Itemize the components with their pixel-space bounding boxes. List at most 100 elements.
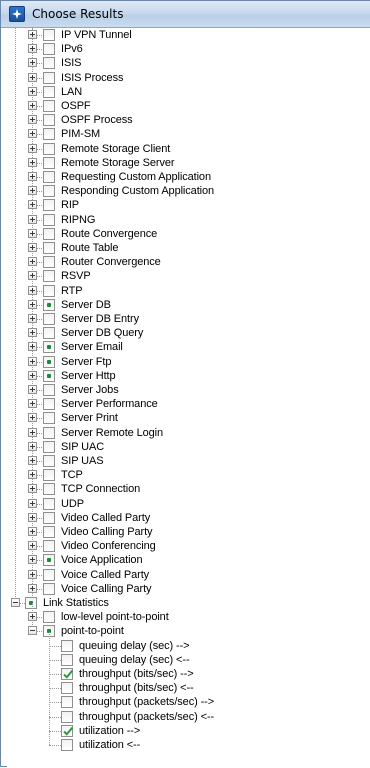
result-checkbox[interactable]: [43, 157, 55, 169]
expand-icon[interactable]: [28, 513, 37, 522]
result-checkbox[interactable]: [43, 313, 55, 325]
result-checkbox[interactable]: [43, 256, 55, 268]
expand-icon[interactable]: [28, 385, 37, 394]
tree-item[interactable]: Responding Custom Application: [7, 184, 367, 198]
tree-item[interactable]: Server DB Entry: [7, 312, 367, 326]
statistic-item[interactable]: queuing delay (sec) -->: [7, 639, 367, 653]
tree-item[interactable]: Voice Application: [7, 553, 367, 567]
result-checkbox[interactable]: [43, 299, 55, 311]
expand-icon[interactable]: [28, 30, 37, 39]
tree-item[interactable]: ISIS: [7, 56, 367, 70]
result-checkbox[interactable]: [43, 228, 55, 240]
expand-icon[interactable]: [28, 612, 37, 621]
expand-icon[interactable]: [28, 186, 37, 195]
result-checkbox[interactable]: [43, 583, 55, 595]
tree-item[interactable]: Route Convergence: [7, 227, 367, 241]
result-checkbox[interactable]: [43, 540, 55, 552]
expand-icon[interactable]: [28, 172, 37, 181]
statistic-item[interactable]: throughput (bits/sec) <--: [7, 681, 367, 695]
tree-item[interactable]: UDP: [7, 497, 367, 511]
tree-item[interactable]: Router Convergence: [7, 255, 367, 269]
tree-item[interactable]: IP VPN Tunnel: [7, 28, 367, 42]
tree-item[interactable]: Server Performance: [7, 397, 367, 411]
result-checkbox[interactable]: [43, 143, 55, 155]
tree-item[interactable]: RTP: [7, 284, 367, 298]
result-checkbox[interactable]: [43, 554, 55, 566]
result-checkbox[interactable]: [43, 100, 55, 112]
result-checkbox[interactable]: [43, 214, 55, 226]
tree-item[interactable]: Server Http: [7, 369, 367, 383]
tree-item[interactable]: ISIS Process: [7, 71, 367, 85]
results-tree[interactable]: IP VPN Tunnel IPv6 ISIS ISIS Process LAN OSPF…: [7, 28, 370, 768]
tree-item[interactable]: Requesting Custom Application: [7, 170, 367, 184]
result-checkbox[interactable]: [61, 725, 74, 737]
expand-icon[interactable]: [28, 357, 37, 366]
expand-icon[interactable]: [28, 129, 37, 138]
result-checkbox[interactable]: [61, 668, 74, 680]
title-bar[interactable]: Choose Results: [1, 1, 370, 28]
tree-item[interactable]: Video Calling Party: [7, 525, 367, 539]
result-checkbox[interactable]: [43, 285, 55, 297]
tree-item[interactable]: Server Print: [7, 411, 367, 425]
tree-item[interactable]: Video Called Party: [7, 511, 367, 525]
expand-icon[interactable]: [28, 442, 37, 451]
expand-icon[interactable]: [28, 555, 37, 564]
result-checkbox[interactable]: [61, 739, 73, 751]
result-checkbox[interactable]: [61, 640, 73, 652]
result-checkbox[interactable]: [43, 86, 55, 98]
tree-item[interactable]: Video Conferencing: [7, 539, 367, 553]
collapse-icon[interactable]: [11, 598, 20, 607]
result-checkbox[interactable]: [43, 341, 55, 353]
expand-icon[interactable]: [28, 399, 37, 408]
expand-icon[interactable]: [28, 584, 37, 593]
result-checkbox[interactable]: [43, 29, 55, 41]
result-checkbox[interactable]: [43, 398, 55, 410]
tree-item[interactable]: Remote Storage Server: [7, 156, 367, 170]
tree-item[interactable]: Server DB: [7, 298, 367, 312]
expand-icon[interactable]: [28, 527, 37, 536]
result-checkbox[interactable]: [43, 57, 55, 69]
tree-item[interactable]: LAN: [7, 85, 367, 99]
tree-item[interactable]: SIP UAS: [7, 454, 367, 468]
tree-item[interactable]: OSPF: [7, 99, 367, 113]
tree-item[interactable]: Server DB Query: [7, 326, 367, 340]
expand-icon[interactable]: [28, 200, 37, 209]
expand-icon[interactable]: [28, 144, 37, 153]
result-checkbox[interactable]: [61, 696, 73, 708]
result-checkbox[interactable]: [61, 711, 73, 723]
tree-item[interactable]: RIPNG: [7, 213, 367, 227]
tree-item-link-statistics[interactable]: Link Statistics: [7, 596, 367, 610]
expand-icon[interactable]: [28, 158, 37, 167]
result-checkbox[interactable]: [43, 171, 55, 183]
statistic-item[interactable]: throughput (bits/sec) -->: [7, 667, 367, 681]
result-checkbox[interactable]: [43, 199, 55, 211]
tree-item[interactable]: Server Email: [7, 340, 367, 354]
result-checkbox[interactable]: [43, 483, 55, 495]
result-checkbox[interactable]: [61, 682, 73, 694]
expand-icon[interactable]: [28, 484, 37, 493]
expand-icon[interactable]: [28, 470, 37, 479]
expand-icon[interactable]: [28, 87, 37, 96]
tree-item[interactable]: Server Remote Login: [7, 426, 367, 440]
expand-icon[interactable]: [28, 115, 37, 124]
result-checkbox[interactable]: [43, 498, 55, 510]
result-checkbox[interactable]: [43, 356, 55, 368]
expand-icon[interactable]: [28, 257, 37, 266]
tree-item[interactable]: OSPF Process: [7, 113, 367, 127]
result-checkbox[interactable]: [43, 412, 55, 424]
expand-icon[interactable]: [28, 499, 37, 508]
expand-icon[interactable]: [28, 229, 37, 238]
tree-item[interactable]: PIM-SM: [7, 127, 367, 141]
result-checkbox[interactable]: [43, 384, 55, 396]
tree-item[interactable]: low-level point-to-point: [7, 610, 367, 624]
statistic-item[interactable]: utilization -->: [7, 724, 367, 738]
result-checkbox[interactable]: [43, 427, 55, 439]
expand-icon[interactable]: [28, 541, 37, 550]
result-checkbox[interactable]: [43, 441, 55, 453]
expand-icon[interactable]: [28, 371, 37, 380]
result-checkbox[interactable]: [43, 185, 55, 197]
expand-icon[interactable]: [28, 286, 37, 295]
expand-icon[interactable]: [28, 570, 37, 579]
tree-item[interactable]: IPv6: [7, 42, 367, 56]
tree-item[interactable]: Voice Called Party: [7, 568, 367, 582]
